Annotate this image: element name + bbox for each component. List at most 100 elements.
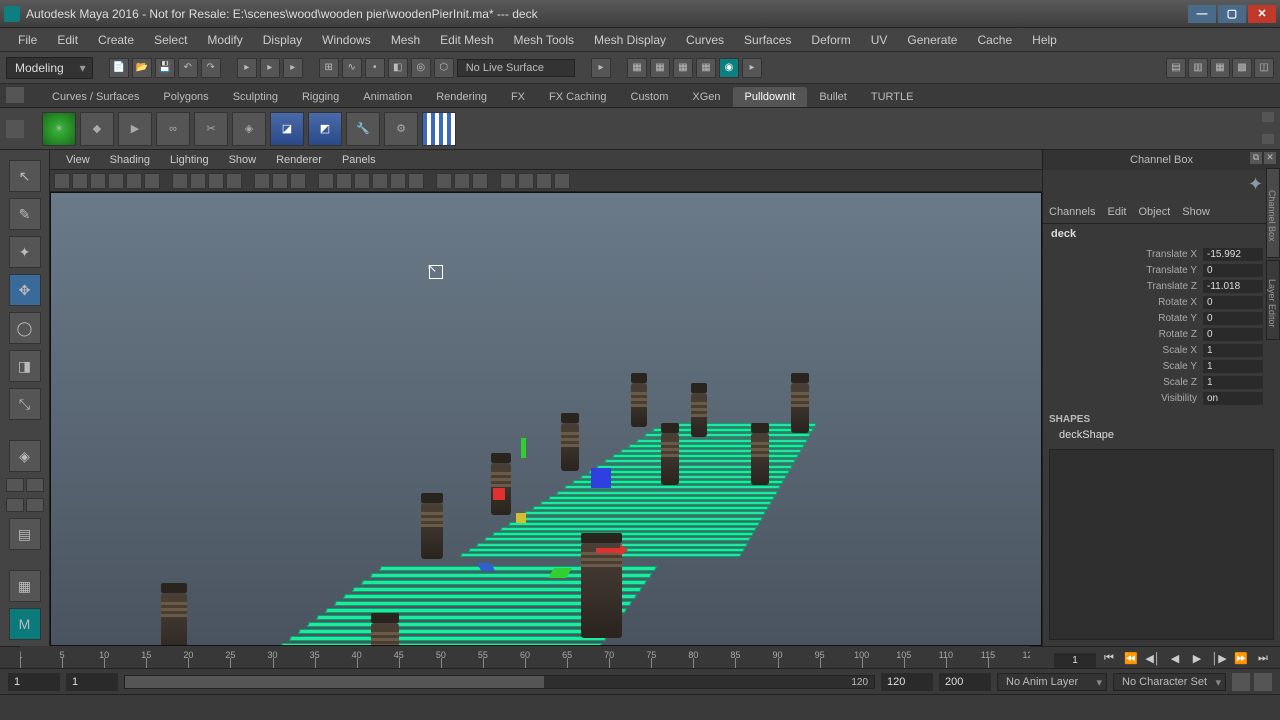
panel-layout-5-icon[interactable]: ◫ [1254, 58, 1274, 78]
snap-curve-icon[interactable]: ∿ [342, 58, 362, 78]
vp-film-gate-icon[interactable] [108, 173, 124, 189]
shelf-gear-icon[interactable] [6, 120, 24, 138]
playback-end-field[interactable]: 120 [881, 673, 933, 691]
menu-windows[interactable]: Windows [312, 33, 381, 47]
panel-layout-1-icon[interactable]: ▤ [1166, 58, 1186, 78]
window-maximize-button[interactable]: ▢ [1218, 5, 1246, 23]
select-mode-icon[interactable]: ▸ [237, 58, 257, 78]
last-tool[interactable]: ⤡ [9, 388, 41, 420]
shelf-pdi-body-icon[interactable]: ◆ [80, 112, 114, 146]
vp-extra6-icon[interactable] [536, 173, 552, 189]
vp-gamma-icon[interactable] [408, 173, 424, 189]
selected-object-name[interactable]: deck [1043, 224, 1280, 244]
shelf-pdi-fracture-icon[interactable]: ✂ [194, 112, 228, 146]
shelf-tab-curves[interactable]: Curves / Surfaces [40, 87, 151, 107]
shelf-tab-bullet[interactable]: Bullet [807, 87, 859, 107]
snap-grid-icon[interactable]: ⊞ [319, 58, 339, 78]
prefs-icon[interactable] [1254, 673, 1272, 691]
vp-extra3-icon[interactable] [472, 173, 488, 189]
vp-extra7-icon[interactable] [554, 173, 570, 189]
time-slider[interactable]: 1510152025303540455055606570758085909510… [0, 646, 1280, 668]
vp-extra4-icon[interactable] [500, 173, 516, 189]
soft-select-icon[interactable]: ◈ [9, 440, 41, 472]
vp-exposure-icon[interactable] [390, 173, 406, 189]
workspace-mode-combo[interactable]: Modeling [6, 57, 93, 79]
menu-create[interactable]: Create [88, 33, 144, 47]
rotate-tool[interactable]: ◯ [9, 312, 41, 344]
vp-xray-joints-icon[interactable] [354, 173, 370, 189]
shelf-pdi-mesh-icon[interactable]: ◈ [232, 112, 266, 146]
shelf-pdi-shatter-icon[interactable]: ✶ [42, 112, 76, 146]
shelf-pdi-settings-icon[interactable]: ⚙ [384, 112, 418, 146]
menu-mesh[interactable]: Mesh [381, 33, 430, 47]
shelf-tab-xgen[interactable]: XGen [680, 87, 732, 107]
character-set-combo[interactable]: No Character Set [1113, 673, 1226, 691]
play-fwd-icon[interactable]: ▶ [1188, 652, 1206, 668]
menu-display[interactable]: Display [253, 33, 312, 47]
menu-edit-mesh[interactable]: Edit Mesh [430, 33, 503, 47]
step-fwd-icon[interactable]: │▶ [1210, 652, 1228, 668]
menu-mesh-tools[interactable]: Mesh Tools [504, 33, 584, 47]
auto-key-icon[interactable] [1232, 673, 1250, 691]
shelf-tab-rigging[interactable]: Rigging [290, 87, 351, 107]
live-toggle-icon[interactable]: ⬡ [434, 58, 454, 78]
range-end-field[interactable]: 200 [939, 673, 991, 691]
shelf-pdi-play-icon[interactable]: ▶ [118, 112, 152, 146]
shape-name[interactable]: deckShape [1043, 427, 1280, 443]
shelf-pdi-link-icon[interactable]: ∞ [156, 112, 190, 146]
range-slider-track[interactable]: 120 [124, 675, 875, 689]
layout-a-icon[interactable] [6, 478, 24, 492]
range-start-field[interactable]: 1 [8, 673, 60, 691]
save-scene-icon[interactable]: 💾 [155, 58, 175, 78]
side-tab-channel-box[interactable]: Channel Box [1266, 168, 1280, 258]
scale-tool[interactable]: ◨ [9, 350, 41, 382]
vp-extra5-icon[interactable] [518, 173, 534, 189]
menu-curves[interactable]: Curves [676, 33, 734, 47]
shelf-tab-animation[interactable]: Animation [351, 87, 424, 107]
vp-xray-icon[interactable] [336, 173, 352, 189]
panel-float-icon[interactable]: ⧉ [1250, 152, 1262, 164]
snap-point-icon[interactable]: • [365, 58, 385, 78]
menu-uv[interactable]: UV [861, 33, 898, 47]
panel-layout-3-icon[interactable]: ▦ [1210, 58, 1230, 78]
vp-extra1-icon[interactable] [436, 173, 452, 189]
live-surface-combo[interactable]: No Live Surface [457, 59, 575, 77]
step-back-icon[interactable]: ◀│ [1144, 652, 1162, 668]
select-tool[interactable]: ↖ [9, 160, 41, 192]
attr-value-field[interactable]: on [1203, 392, 1263, 405]
vp-wire-icon[interactable] [190, 173, 206, 189]
menu-generate[interactable]: Generate [897, 33, 967, 47]
menu-file[interactable]: File [8, 33, 47, 47]
shelf-tab-pulldownit[interactable]: PulldownIt [733, 87, 808, 107]
shelf-tab-fx[interactable]: FX [499, 87, 537, 107]
panel-menu-show[interactable]: Show [219, 154, 267, 166]
snap-plane-icon[interactable]: ◧ [388, 58, 408, 78]
history-icon[interactable]: ▸ [591, 58, 611, 78]
shelf-scroll[interactable] [1262, 112, 1274, 144]
snap-live-icon[interactable]: ◎ [411, 58, 431, 78]
vp-ao-icon[interactable] [290, 173, 306, 189]
cb-show[interactable]: Show [1182, 206, 1210, 218]
render-frame-icon[interactable]: ▦ [627, 58, 647, 78]
vp-shaded-icon[interactable] [208, 173, 224, 189]
layout-c-icon[interactable] [6, 498, 24, 512]
move-tool[interactable]: ✥ [9, 274, 41, 306]
side-tab-layer-editor[interactable]: Layer Editor [1266, 260, 1280, 340]
shelf-tab-custom[interactable]: Custom [619, 87, 681, 107]
cb-object[interactable]: Object [1138, 206, 1170, 218]
step-back-key-icon[interactable]: ⏪ [1122, 652, 1140, 668]
playblast-icon[interactable]: ▸ [742, 58, 762, 78]
window-close-button[interactable]: ✕ [1248, 5, 1276, 23]
vp-light-icon[interactable] [254, 173, 270, 189]
vp-textured-icon[interactable] [226, 173, 242, 189]
menu-select[interactable]: Select [144, 33, 197, 47]
window-minimize-button[interactable]: — [1188, 5, 1216, 23]
layout-d-icon[interactable] [26, 498, 44, 512]
cb-edit[interactable]: Edit [1107, 206, 1126, 218]
shelf-menu-icon[interactable] [6, 87, 24, 103]
menu-modify[interactable]: Modify [197, 33, 252, 47]
attr-value-field[interactable]: 0 [1203, 264, 1263, 277]
vp-poly-count-icon[interactable] [372, 173, 388, 189]
attr-value-field[interactable]: 0 [1203, 296, 1263, 309]
menu-surfaces[interactable]: Surfaces [734, 33, 801, 47]
